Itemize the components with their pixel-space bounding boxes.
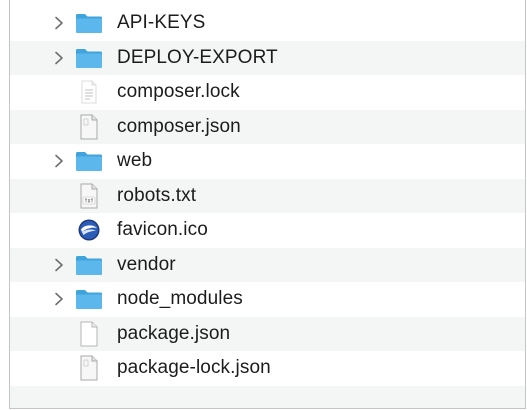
item-name: robots.txt: [117, 184, 197, 206]
list-item-file[interactable]: composer.json: [10, 109, 525, 144]
document-icon: [74, 355, 104, 381]
empty-row: [10, 385, 525, 408]
blank-document-icon: [74, 321, 104, 347]
text-document-icon: [74, 80, 104, 104]
list-item-file[interactable]: favicon.ico: [10, 213, 525, 248]
document-icon: [74, 114, 104, 140]
list-item-folder[interactable]: node_modules: [10, 282, 525, 317]
list-item-folder[interactable]: web: [10, 144, 525, 179]
item-name: package.json: [117, 322, 231, 344]
folder-icon: [74, 253, 104, 277]
chevron-right-icon[interactable]: [52, 289, 66, 309]
item-name: favicon.ico: [117, 219, 208, 241]
list-item-folder[interactable]: API-KEYS: [10, 6, 525, 41]
folder-icon: [74, 149, 104, 173]
item-name: DEPLOY-EXPORT: [117, 46, 278, 68]
folder-icon: [74, 46, 104, 70]
chevron-right-icon[interactable]: [52, 255, 66, 275]
item-name: vendor: [117, 253, 176, 275]
list-item-file[interactable]: package-lock.json: [10, 351, 525, 386]
chevron-right-icon[interactable]: [52, 13, 66, 33]
list-item-file[interactable]: robots.txt: [10, 178, 525, 213]
item-name: composer.json: [117, 115, 241, 137]
chevron-right-icon[interactable]: [52, 151, 66, 171]
list-item-file[interactable]: package.json: [10, 316, 525, 351]
item-name: composer.lock: [117, 81, 240, 103]
txt-document-icon: [74, 183, 104, 209]
file-list: API-KEYS DEPLOY-EXPORT composer.lock com…: [10, 6, 525, 408]
list-item-file[interactable]: composer.lock: [10, 75, 525, 110]
list-item-folder[interactable]: vendor: [10, 247, 525, 282]
favicon-icon: [74, 218, 104, 242]
folder-icon: [74, 287, 104, 311]
list-item-folder[interactable]: DEPLOY-EXPORT: [10, 40, 525, 75]
item-name: API-KEYS: [117, 12, 206, 34]
chevron-right-icon[interactable]: [52, 48, 66, 68]
finder-window: API-KEYS DEPLOY-EXPORT composer.lock com…: [9, 0, 526, 409]
folder-icon: [74, 11, 104, 35]
item-name: node_modules: [117, 288, 243, 310]
item-name: package-lock.json: [117, 357, 271, 379]
item-name: web: [117, 150, 153, 172]
